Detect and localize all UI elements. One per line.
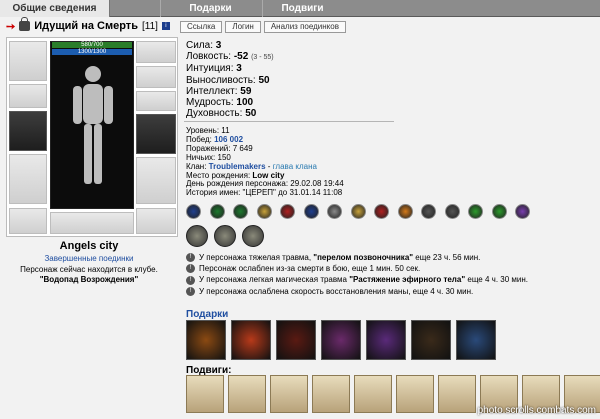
earrings-slot[interactable] [136, 41, 176, 63]
helmet-slot[interactable] [9, 41, 47, 81]
mana-bar: 1300/1300 [52, 49, 132, 55]
badge-icon[interactable] [421, 204, 436, 219]
stat-agility: Ловкость: -52 (3 - 55) [186, 51, 274, 63]
stat-wisdom: Мудрость: 100 [186, 97, 254, 109]
stat-strength: Сила: 3 [186, 40, 222, 51]
effect-item: ! У персонажа ослаблена скорость восстано… [186, 286, 528, 297]
feat-icon[interactable] [186, 375, 224, 413]
feat-icon[interactable] [396, 375, 434, 413]
stat-intellect: Интеллект: 59 [186, 85, 252, 97]
gift-icon[interactable] [411, 320, 451, 360]
silhouette-figure [73, 66, 113, 184]
character-name: Идущий на Смерть [34, 20, 138, 32]
effect-icon: ! [186, 264, 195, 274]
feat-icon[interactable] [438, 375, 476, 413]
character-header: ➙ Идущий на Смерть [11] i [6, 17, 170, 33]
badge-icon[interactable] [491, 204, 507, 219]
stat-endurance: Выносливость: 50 [186, 74, 270, 86]
amulet-slot[interactable] [136, 66, 176, 88]
armor-slot[interactable] [9, 154, 47, 204]
tab-feats[interactable]: Подвиги [262, 0, 342, 17]
divider [184, 121, 394, 122]
bracers-slot[interactable] [9, 84, 47, 108]
badge-icon[interactable] [256, 204, 272, 219]
badges-row [186, 204, 566, 222]
effect-item: ! Персонаж ослаблен из-за смерти в бою, е… [186, 263, 528, 274]
clan-link[interactable]: Troublemakers [209, 162, 266, 171]
effect-item: ! У персонажа тяжелая травма, "перелом по… [186, 252, 528, 263]
feat-icon[interactable] [270, 375, 308, 413]
stat-spirituality: Духовность: 50 [186, 108, 257, 120]
emblem-slot [50, 212, 134, 234]
gift-icon[interactable] [276, 320, 316, 360]
badge-icon[interactable] [350, 204, 366, 219]
watermark: photo.scrolls.combats.com [477, 405, 596, 416]
boots-slot[interactable] [136, 208, 176, 234]
offhand-slot[interactable] [136, 114, 176, 154]
weapon-slot[interactable] [9, 111, 47, 151]
feat-icon[interactable] [312, 375, 350, 413]
feat-icon[interactable] [228, 375, 266, 413]
effect-icon: ! [186, 253, 195, 263]
top-buttons: Ссылка Логин Анализ поединков [180, 21, 346, 33]
gift-icon[interactable] [456, 320, 496, 360]
medal-icon[interactable] [242, 225, 264, 247]
badge-icon[interactable] [515, 204, 530, 219]
link-button[interactable]: Ссылка [180, 21, 223, 33]
stat-intuition: Интуиция: 3 [186, 63, 242, 75]
gift-icon[interactable] [321, 320, 361, 360]
badge-icon[interactable] [374, 204, 389, 219]
badge-icon[interactable] [397, 204, 413, 219]
tab-general-info[interactable]: Общие сведения [0, 0, 110, 17]
character-silhouette [50, 41, 134, 209]
badge-icon[interactable] [280, 204, 295, 219]
medal-icon[interactable] [214, 225, 236, 247]
info-icon[interactable]: i [161, 22, 170, 30]
tab-gifts[interactable]: Подарки [160, 0, 260, 17]
badge-icon[interactable] [186, 204, 201, 219]
effect-item: ! У персонажа легкая магическая травма "Р… [186, 274, 528, 285]
badge-icon[interactable] [303, 204, 319, 219]
badge-icon[interactable] [327, 204, 342, 219]
legs-slot[interactable] [136, 157, 176, 204]
badge-icon[interactable] [233, 204, 248, 219]
belt-slot[interactable] [9, 208, 47, 234]
badge-icon[interactable] [444, 204, 460, 219]
lock-icon [19, 17, 31, 31]
gift-icon[interactable] [186, 320, 226, 360]
fight-analysis-button[interactable]: Анализ поединков [263, 21, 346, 33]
character-doll: 580/700 1300/1300 [6, 37, 178, 237]
effect-icon: ! [186, 275, 195, 285]
rings-slot[interactable] [136, 91, 176, 111]
character-details: Уровень: 11 Побед: 106 002 Поражений: 7 … [186, 126, 344, 198]
gift-icon[interactable] [366, 320, 406, 360]
tab-bar: Общие сведения Подарки Подвиги [0, 0, 600, 17]
effect-icon: ! [186, 286, 195, 296]
medal-icon[interactable] [186, 225, 208, 247]
gift-icon[interactable] [231, 320, 271, 360]
feat-icon[interactable] [354, 375, 392, 413]
hp-bar: 580/700 [52, 42, 132, 48]
guild-name: Angels city [59, 240, 119, 252]
character-level: [11] [141, 20, 158, 32]
badge-icon[interactable] [209, 204, 225, 219]
badge-icon[interactable] [468, 204, 483, 219]
effects-list: ! У персонажа тяжелая травма, "перелом по… [186, 252, 528, 297]
gifts-title: Подарки [186, 309, 229, 320]
arrow-icon[interactable]: ➙ [6, 20, 15, 33]
location-text: Персонаж сейчас находится в клубе. "Водо… [20, 265, 158, 284]
stats-list: Сила: 3 Ловкость: -52 (3 - 55) Интуиция:… [186, 40, 274, 119]
finished-fights-link[interactable]: Завершенные поединки [0, 254, 178, 263]
login-button[interactable]: Логин [225, 21, 261, 33]
